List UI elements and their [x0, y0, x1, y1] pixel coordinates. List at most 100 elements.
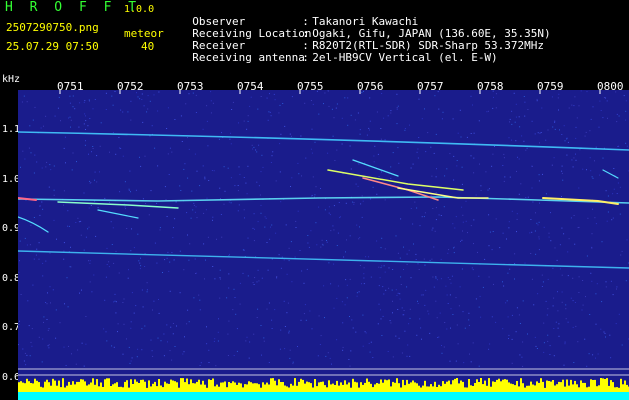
noise-speck: [381, 335, 383, 336]
noise-speck: [183, 269, 185, 271]
noise-bar: [118, 386, 120, 392]
noise-speck: [276, 276, 278, 277]
noise-speck: [245, 182, 247, 184]
noise-bar: [532, 384, 534, 392]
noise-speck: [349, 278, 351, 280]
noise-speck: [413, 243, 414, 245]
noise-speck: [258, 280, 260, 282]
noise-speck: [509, 268, 511, 270]
noise-bar: [368, 381, 370, 392]
noise-speck: [180, 190, 182, 191]
noise-speck: [336, 297, 338, 299]
noise-speck: [586, 255, 588, 257]
noise-speck: [590, 272, 592, 274]
noise-speck: [286, 273, 288, 275]
noise-bar: [448, 380, 450, 392]
noise-speck: [271, 224, 273, 226]
noise-speck: [78, 126, 80, 128]
noise-speck: [592, 208, 593, 210]
noise-bar: [110, 386, 112, 392]
noise-bar: [474, 383, 476, 392]
noise-speck: [361, 195, 363, 197]
noise-speck: [461, 206, 463, 208]
noise-speck: [449, 360, 451, 362]
noise-speck: [245, 340, 247, 342]
noise-speck: [417, 303, 419, 304]
noise-bar: [72, 381, 74, 392]
noise-speck: [478, 306, 480, 308]
noise-speck: [350, 114, 352, 116]
noise-speck: [31, 328, 33, 330]
noise-speck: [30, 224, 32, 226]
noise-bar: [500, 381, 502, 392]
noise-speck: [571, 159, 573, 161]
noise-speck: [409, 124, 410, 126]
noise-speck: [558, 109, 559, 111]
noise-speck: [390, 110, 392, 112]
noise-speck: [335, 107, 337, 109]
noise-speck: [538, 221, 540, 223]
noise-speck: [47, 329, 49, 331]
noise-speck: [591, 176, 593, 178]
noise-speck: [96, 155, 98, 157]
noise-speck: [616, 121, 618, 123]
noise-bar: [116, 382, 118, 392]
noise-speck: [595, 357, 596, 359]
noise-speck: [424, 212, 426, 214]
noise-speck: [288, 247, 290, 249]
noise-speck: [616, 288, 617, 290]
noise-speck: [260, 212, 262, 214]
noise-bar: [444, 383, 446, 392]
noise-speck: [381, 171, 383, 173]
noise-speck: [79, 102, 81, 104]
noise-speck: [582, 304, 584, 306]
noise-speck: [18, 324, 20, 325]
noise-speck: [470, 361, 472, 363]
noise-speck: [186, 323, 188, 325]
noise-speck: [616, 113, 618, 115]
noise-speck: [554, 128, 556, 130]
noise-speck: [511, 210, 513, 212]
noise-speck: [603, 331, 605, 333]
app-title: H R O F F T: [5, 0, 141, 15]
noise-speck: [579, 149, 581, 151]
noise-speck: [297, 210, 299, 212]
noise-speck: [156, 262, 158, 264]
noise-speck: [421, 338, 422, 340]
noise-speck: [492, 90, 494, 92]
noise-speck: [596, 283, 598, 285]
noise-speck: [70, 246, 71, 248]
noise-speck: [300, 135, 302, 137]
noise-speck: [392, 312, 393, 314]
noise-speck: [233, 288, 235, 290]
noise-speck: [261, 277, 263, 279]
noise-speck: [137, 233, 139, 235]
noise-speck: [246, 336, 248, 338]
noise-speck: [106, 264, 108, 265]
noise-speck: [601, 241, 603, 243]
noise-speck: [488, 245, 490, 247]
noise-speck: [430, 146, 432, 148]
noise-speck: [445, 285, 447, 287]
noise-speck: [279, 143, 281, 145]
noise-speck: [617, 146, 619, 147]
noise-speck: [613, 188, 615, 190]
noise-bar: [18, 382, 20, 392]
noise-bar: [518, 386, 520, 392]
noise-speck: [574, 243, 576, 245]
noise-speck: [499, 247, 501, 249]
noise-speck: [89, 281, 91, 283]
noise-speck: [83, 192, 85, 194]
noise-speck: [71, 353, 72, 355]
noise-speck: [27, 300, 29, 302]
noise-speck: [355, 183, 357, 185]
noise-speck: [561, 172, 563, 174]
noise-speck: [604, 332, 606, 334]
noise-speck: [463, 362, 465, 364]
noise-speck: [136, 356, 138, 358]
noise-speck: [85, 343, 87, 345]
noise-speck: [144, 325, 146, 327]
noise-speck: [535, 253, 537, 255]
noise-speck: [567, 321, 569, 323]
noise-speck: [279, 171, 281, 173]
